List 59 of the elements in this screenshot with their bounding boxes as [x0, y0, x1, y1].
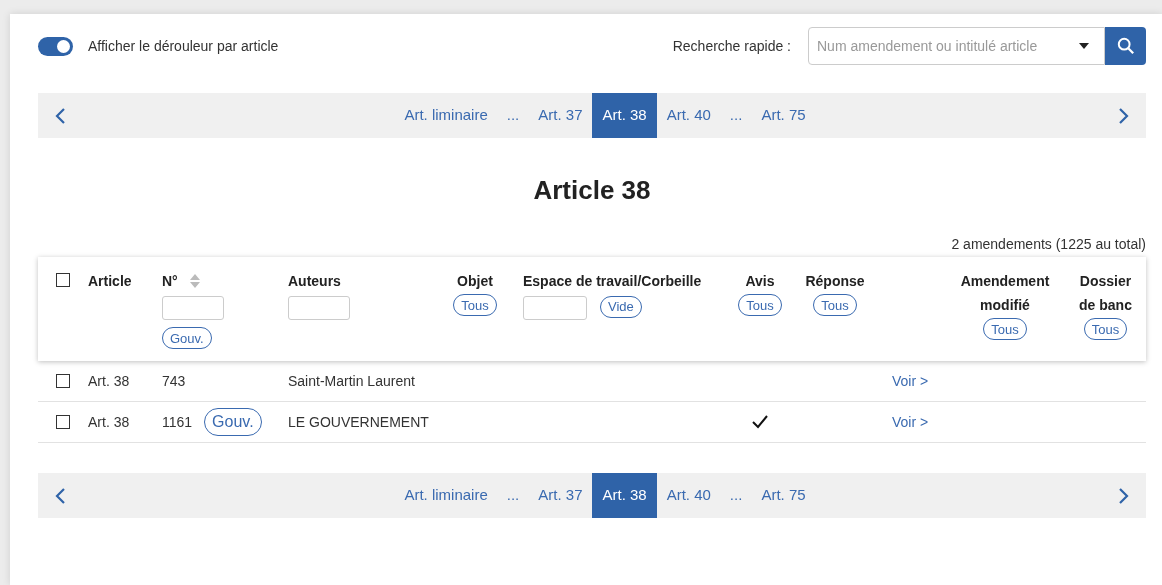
column-header: Espace de travail/Corbeille: [523, 272, 703, 291]
article-tab[interactable]: Art. 40: [656, 93, 721, 138]
article-tab[interactable]: Art. 75: [751, 93, 816, 138]
filter-input[interactable]: [288, 296, 350, 320]
search-field[interactable]: Num amendement ou intitulé article: [808, 27, 1105, 65]
filter-chip[interactable]: Gouv.: [204, 408, 262, 436]
toggle-label: Afficher le dérouleur par article: [88, 36, 279, 56]
column-header: Objet: [456, 272, 494, 291]
table-cell-text: 1161: [162, 412, 193, 432]
filter-chip[interactable]: Vide: [600, 295, 642, 318]
article-tab[interactable]: Art. 38: [592, 93, 657, 138]
column-header: Auteurs: [288, 272, 342, 291]
filter-input[interactable]: [162, 296, 224, 320]
column-header: Article: [88, 272, 133, 291]
filter-chip[interactable]: Tous: [453, 294, 497, 316]
ellipsis: ...: [505, 485, 521, 506]
filter-chip[interactable]: Tous: [813, 294, 857, 316]
dropdown-icon[interactable]: [1079, 43, 1089, 49]
checkbox[interactable]: [56, 415, 70, 429]
search-button[interactable]: [1105, 27, 1146, 65]
table-cell-text: Saint-Martin Laurent: [288, 371, 416, 391]
column-header: Avis: [744, 272, 776, 291]
ellipsis: ...: [728, 485, 744, 506]
view-link[interactable]: Voir >: [892, 411, 929, 433]
previous-icon[interactable]: [54, 106, 66, 125]
ellipsis: ...: [728, 105, 744, 126]
table-cell-text: 743: [162, 371, 186, 391]
search-icon: [1116, 37, 1135, 55]
next-icon[interactable]: [1118, 106, 1130, 125]
table-cell-text: LE GOUVERNEMENT: [288, 412, 430, 432]
column-header: Amendement modifié: [959, 272, 1051, 315]
column-header: Réponse: [804, 272, 866, 291]
article-tab[interactable]: Art. 75: [751, 473, 816, 518]
filter-chip[interactable]: Tous: [738, 294, 782, 316]
filter-input[interactable]: [523, 296, 587, 320]
amendment-count: 2 amendements (1225 au total): [950, 235, 1146, 254]
check-icon: [752, 415, 768, 429]
article-heading: Article 38: [532, 174, 652, 207]
view-link[interactable]: Voir >: [892, 370, 929, 392]
ellipsis: ...: [505, 105, 521, 126]
checkbox[interactable]: [56, 273, 70, 287]
column-header: Dossier de banc: [1078, 272, 1133, 315]
table-cell-text: Art. 38: [88, 412, 131, 432]
checkbox[interactable]: [56, 374, 70, 388]
previous-icon[interactable]: [54, 486, 66, 505]
filter-chip[interactable]: Tous: [1083, 318, 1128, 340]
article-tab[interactable]: Art. liminaire: [394, 93, 498, 138]
table-cell-text: Art. 38: [88, 371, 131, 391]
article-tab[interactable]: Art. 37: [528, 93, 593, 138]
next-icon[interactable]: [1118, 486, 1130, 505]
article-tab[interactable]: Art. liminaire: [394, 473, 498, 518]
search-label: Recherche rapide :: [672, 36, 791, 56]
toggle-switch[interactable]: [38, 36, 73, 56]
article-tab[interactable]: Art. 38: [592, 473, 657, 518]
article-tab[interactable]: Art. 37: [528, 473, 593, 518]
filter-chip[interactable]: Tous: [983, 318, 1027, 340]
filter-chip[interactable]: Gouv.: [162, 327, 212, 349]
article-tab[interactable]: Art. 40: [656, 473, 721, 518]
column-header: N°: [162, 272, 178, 291]
